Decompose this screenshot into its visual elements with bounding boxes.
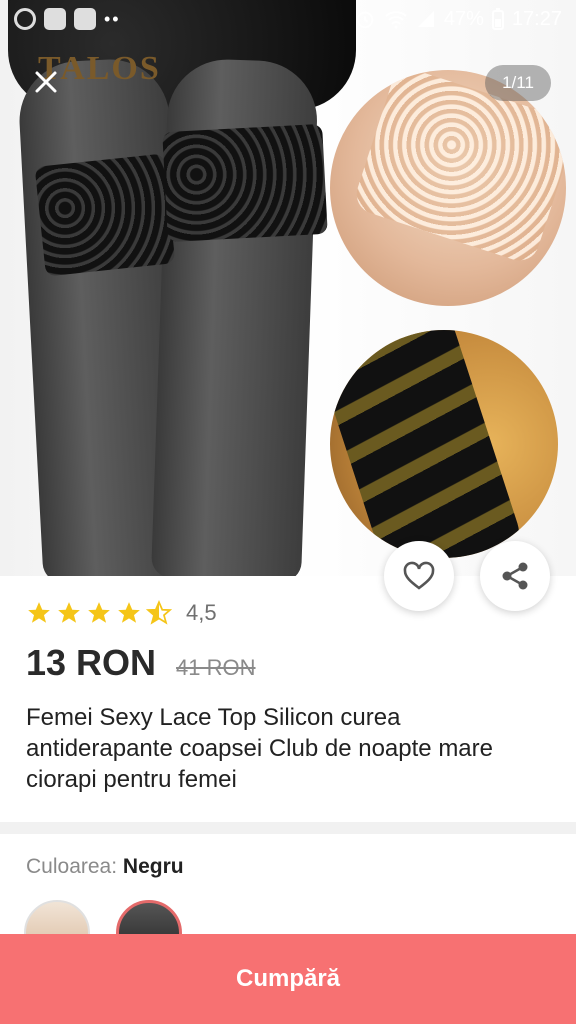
detail-image-lace-closeup <box>330 70 566 306</box>
battery-icon <box>491 8 504 30</box>
color-value: Negru <box>122 855 184 878</box>
original-price: 41 RON <box>176 655 256 680</box>
status-bar: •• 47% 17:27 <box>0 0 576 38</box>
clock: 17:27 <box>511 7 562 30</box>
status-left: •• <box>14 8 121 30</box>
rating-row: 4,5 <box>26 600 217 626</box>
color-selector-label: Culoarea: Negru <box>26 855 184 879</box>
battery-percent: 47% <box>443 7 484 30</box>
close-icon <box>35 71 57 93</box>
section-divider <box>0 822 576 834</box>
detail-image-silicone-band <box>330 330 558 558</box>
star-icon <box>88 602 110 623</box>
favorite-button[interactable] <box>384 541 454 611</box>
product-title: Femei Sexy Lace Top Silicon curea antide… <box>26 704 493 793</box>
star-half-icon <box>146 600 172 625</box>
more-notifications-icon: •• <box>104 8 121 29</box>
buy-button[interactable]: Cumpără <box>0 934 576 1024</box>
share-icon <box>502 562 528 590</box>
price-row: 13 RON 41 RON <box>26 642 256 684</box>
close-button[interactable] <box>26 62 66 102</box>
app-notification-icon <box>44 8 66 30</box>
wifi-icon <box>385 11 407 29</box>
alarm-icon <box>356 11 374 29</box>
star-icon <box>58 602 80 623</box>
star-icon <box>28 602 50 623</box>
image-counter: 1/11 <box>485 65 551 101</box>
product-photo-lace-left <box>34 153 176 277</box>
status-right: 47% 17:27 <box>354 8 562 31</box>
app-notification-icon-2 <box>74 8 96 30</box>
share-button[interactable] <box>480 541 550 611</box>
color-label: Culoarea: <box>26 855 118 878</box>
star-icon <box>118 602 140 623</box>
chrome-icon <box>14 8 36 30</box>
heart-icon <box>403 561 435 590</box>
rating-value: 4,5 <box>186 600 217 625</box>
current-price: 13 RON <box>26 642 157 683</box>
signal-icon <box>417 11 434 27</box>
product-photo-lace-right <box>162 123 328 243</box>
